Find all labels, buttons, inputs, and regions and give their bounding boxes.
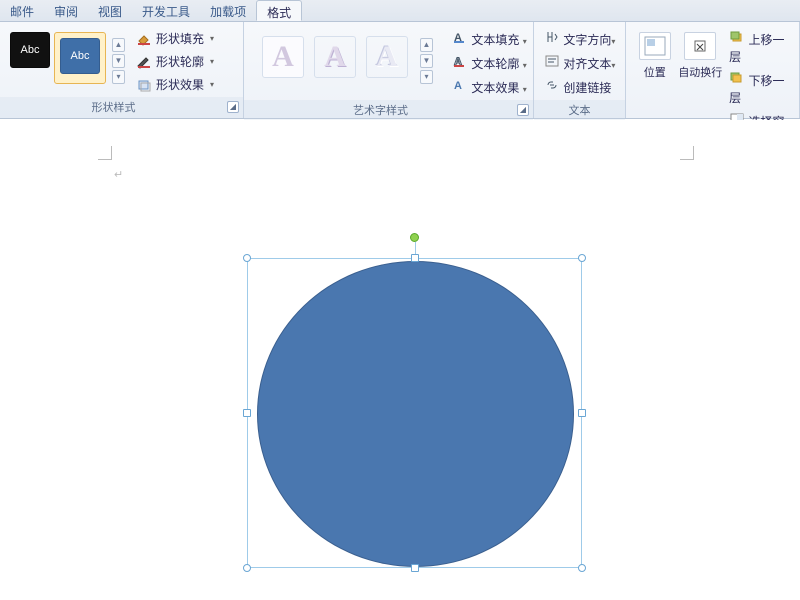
- gallery-more-icon[interactable]: ▾: [420, 70, 433, 84]
- ribbon-tab-bar: 邮件 审阅 视图 开发工具 加载项 格式: [0, 0, 800, 22]
- dropdown-icon: ▾: [611, 37, 615, 46]
- text-fill-button[interactable]: A 文本填充 ▾: [452, 30, 527, 48]
- effects-icon: [136, 78, 152, 92]
- position-button[interactable]: 位置: [632, 26, 678, 80]
- rotation-connector: [415, 242, 416, 254]
- wrap-text-button[interactable]: 自动换行: [678, 26, 724, 80]
- resize-handle-bl[interactable]: [243, 564, 251, 572]
- group-text-label: 文本: [569, 105, 591, 117]
- dropdown-icon: ▾: [208, 80, 216, 89]
- gallery-up-icon[interactable]: ▲: [112, 38, 125, 52]
- wordart-style-2[interactable]: A: [314, 36, 356, 78]
- group-wordart-styles: A A A ▲ ▼ ▾ A 文本填充 ▾ A 文本轮廓 ▾: [244, 22, 534, 118]
- paint-bucket-icon: [136, 32, 152, 46]
- gallery-down-icon[interactable]: ▼: [420, 54, 433, 68]
- rotation-handle[interactable]: [410, 233, 419, 242]
- align-text-icon: [544, 54, 560, 68]
- dialog-launcher-icon[interactable]: ◢: [227, 101, 239, 113]
- bring-forward-icon: [729, 30, 745, 44]
- oval-shape[interactable]: [257, 261, 574, 567]
- send-backward-button[interactable]: 下移一层: [729, 71, 793, 106]
- text-outline-label: 文本轮廓: [471, 57, 519, 71]
- text-fill-icon: A: [452, 30, 468, 44]
- shape-fill-label: 形状填充: [156, 30, 204, 47]
- shape-fill-button[interactable]: 形状填充 ▾: [136, 30, 216, 47]
- shape-outline-label: 形状轮廓: [156, 53, 204, 70]
- resize-handle-br[interactable]: [578, 564, 586, 572]
- shape-style-swatch-dark[interactable]: Abc: [10, 32, 50, 68]
- svg-text:A: A: [454, 80, 462, 92]
- position-icon: [639, 32, 671, 60]
- tab-view[interactable]: 视图: [88, 0, 132, 21]
- text-direction-button[interactable]: 文字方向▾: [544, 30, 615, 48]
- gallery-more-icon[interactable]: ▾: [112, 70, 125, 84]
- tab-addins[interactable]: 加载项: [200, 0, 256, 21]
- resize-handle-tl[interactable]: [243, 254, 251, 262]
- tab-mail[interactable]: 邮件: [0, 0, 44, 21]
- dropdown-icon: ▾: [208, 34, 216, 43]
- resize-handle-mr[interactable]: [578, 409, 586, 417]
- dropdown-icon: ▾: [523, 61, 527, 70]
- text-direction-icon: [544, 30, 560, 44]
- shape-selection-box[interactable]: [247, 258, 582, 568]
- position-label: 位置: [644, 64, 666, 80]
- wrap-text-icon: [684, 32, 716, 60]
- margin-corner-icon: [680, 146, 694, 160]
- tab-format[interactable]: 格式: [256, 0, 302, 21]
- gallery-down-icon[interactable]: ▼: [112, 54, 125, 68]
- align-text-label: 对齐文本: [563, 57, 611, 71]
- dropdown-icon: ▾: [208, 57, 216, 66]
- paragraph-mark: ↵: [114, 168, 123, 181]
- text-outline-icon: A: [452, 54, 468, 68]
- pen-icon: [136, 55, 152, 69]
- text-outline-button[interactable]: A 文本轮廓 ▾: [452, 54, 527, 72]
- tab-developer[interactable]: 开发工具: [132, 0, 200, 21]
- shape-style-swatch-blue: Abc: [60, 38, 100, 74]
- resize-handle-ml[interactable]: [243, 409, 251, 417]
- text-direction-label: 文字方向: [563, 33, 611, 47]
- group-shape-styles: Abc Abc ▲ ▼ ▾ 形状填充 ▾: [0, 22, 244, 118]
- create-link-button[interactable]: 创建链接: [544, 78, 615, 96]
- ribbon: Abc Abc ▲ ▼ ▾ 形状填充 ▾: [0, 22, 800, 119]
- wordart-style-3[interactable]: A: [366, 36, 408, 78]
- resize-handle-tm[interactable]: [411, 254, 419, 262]
- dropdown-icon: ▾: [523, 37, 527, 46]
- resize-handle-bm[interactable]: [411, 564, 419, 572]
- dropdown-icon: ▾: [611, 61, 615, 70]
- text-effects-label: 文本效果: [471, 81, 519, 95]
- shape-outline-button[interactable]: 形状轮廓 ▾: [136, 53, 216, 70]
- align-text-button[interactable]: 对齐文本▾: [544, 54, 615, 72]
- wrap-text-label: 自动换行: [678, 64, 722, 80]
- group-text: 文字方向▾ 对齐文本▾ 创建链接 文本: [534, 22, 626, 118]
- shape-effects-button[interactable]: 形状效果 ▾: [136, 76, 216, 93]
- link-icon: [544, 78, 560, 92]
- tab-review[interactable]: 审阅: [44, 0, 88, 21]
- group-wordart-label: 艺术字样式: [353, 105, 408, 117]
- text-effects-icon: A: [452, 78, 468, 92]
- text-fill-label: 文本填充: [471, 33, 519, 47]
- group-shape-styles-label: 形状样式: [92, 102, 136, 114]
- gallery-up-icon[interactable]: ▲: [420, 38, 433, 52]
- resize-handle-tr[interactable]: [578, 254, 586, 262]
- wordart-style-1[interactable]: A: [262, 36, 304, 78]
- send-backward-icon: [729, 71, 745, 85]
- shape-style-swatch-selected[interactable]: Abc: [54, 32, 106, 84]
- create-link-label: 创建链接: [563, 81, 611, 95]
- shape-effects-label: 形状效果: [156, 76, 204, 93]
- text-effects-button[interactable]: A 文本效果 ▾: [452, 78, 527, 96]
- margin-corner-icon: [98, 146, 112, 160]
- dialog-launcher-icon[interactable]: ◢: [517, 104, 529, 116]
- document-canvas[interactable]: ↵: [0, 120, 800, 600]
- wordart-gallery[interactable]: A A A ▲ ▼ ▾: [250, 26, 446, 84]
- bring-forward-button[interactable]: 上移一层: [729, 30, 793, 65]
- group-arrange: 位置 自动换行 上移一层 下移一层 选择窗格: [626, 22, 800, 118]
- shape-style-gallery[interactable]: Abc Abc ▲ ▼ ▾: [6, 26, 126, 84]
- dropdown-icon: ▾: [523, 85, 527, 94]
